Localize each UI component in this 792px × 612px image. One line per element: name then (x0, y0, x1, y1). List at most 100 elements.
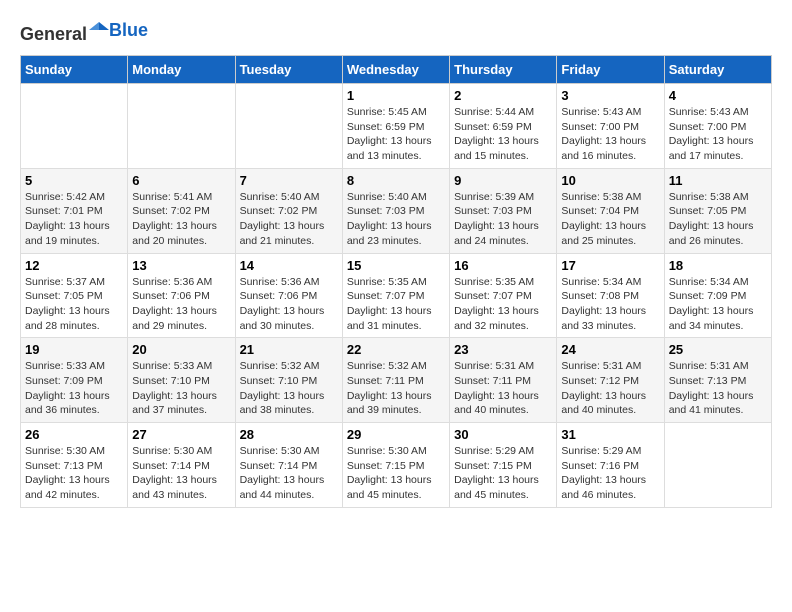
calendar-cell: 2 Sunrise: 5:44 AM Sunset: 6:59 PM Daylig… (450, 84, 557, 169)
day-info: Sunrise: 5:33 AM Sunset: 7:09 PM Dayligh… (25, 359, 123, 418)
day-number: 9 (454, 173, 552, 188)
day-info: Sunrise: 5:30 AM Sunset: 7:14 PM Dayligh… (132, 444, 230, 503)
day-number: 31 (561, 427, 659, 442)
day-info: Sunrise: 5:44 AM Sunset: 6:59 PM Dayligh… (454, 105, 552, 164)
calendar-cell: 9 Sunrise: 5:39 AM Sunset: 7:03 PM Daylig… (450, 168, 557, 253)
calendar-cell: 24 Sunrise: 5:31 AM Sunset: 7:12 PM Dayli… (557, 338, 664, 423)
calendar-week-row: 5Sunrise: 5:42 AM Sunset: 7:01 PM Daylig… (21, 168, 772, 253)
day-number: 25 (669, 342, 767, 357)
calendar-cell: 15 Sunrise: 5:35 AM Sunset: 7:07 PM Dayli… (342, 253, 449, 338)
day-info: Sunrise: 5:38 AM Sunset: 7:05 PM Dayligh… (669, 190, 767, 249)
day-info: Sunrise: 5:34 AM Sunset: 7:09 PM Dayligh… (669, 275, 767, 334)
col-header-saturday: Saturday (664, 56, 771, 84)
calendar-cell: 18 Sunrise: 5:34 AM Sunset: 7:09 PM Dayli… (664, 253, 771, 338)
day-number: 28 (240, 427, 338, 442)
day-info: Sunrise: 5:31 AM Sunset: 7:11 PM Dayligh… (454, 359, 552, 418)
day-info: Sunrise: 5:32 AM Sunset: 7:10 PM Dayligh… (240, 359, 338, 418)
calendar-cell (21, 84, 128, 169)
calendar-cell: 26 Sunrise: 5:30 AM Sunset: 7:13 PM Dayli… (21, 423, 128, 508)
col-header-sunday: Sunday (21, 56, 128, 84)
day-info: Sunrise: 5:35 AM Sunset: 7:07 PM Dayligh… (454, 275, 552, 334)
calendar-cell (235, 84, 342, 169)
day-info: Sunrise: 5:40 AM Sunset: 7:02 PM Dayligh… (240, 190, 338, 249)
day-info: Sunrise: 5:31 AM Sunset: 7:12 PM Dayligh… (561, 359, 659, 418)
logo-general: General (20, 24, 87, 44)
day-number: 13 (132, 258, 230, 273)
calendar-week-row: 19Sunrise: 5:33 AM Sunset: 7:09 PM Dayli… (21, 338, 772, 423)
logo-bird-icon (89, 20, 109, 40)
calendar-cell: 1 Sunrise: 5:45 AM Sunset: 6:59 PM Daylig… (342, 84, 449, 169)
day-info: Sunrise: 5:39 AM Sunset: 7:03 PM Dayligh… (454, 190, 552, 249)
day-number: 15 (347, 258, 445, 273)
day-info: Sunrise: 5:37 AM Sunset: 7:05 PM Dayligh… (25, 275, 123, 334)
calendar-week-row: 26 Sunrise: 5:30 AM Sunset: 7:13 PM Dayli… (21, 423, 772, 508)
day-info: Sunrise: 5:45 AM Sunset: 6:59 PM Dayligh… (347, 105, 445, 164)
day-number: 5 (25, 173, 123, 188)
day-number: 8 (347, 173, 445, 188)
day-number: 14 (240, 258, 338, 273)
logo: General Blue (20, 20, 148, 45)
day-number: 16 (454, 258, 552, 273)
calendar-cell: 29 Sunrise: 5:30 AM Sunset: 7:15 PM Dayli… (342, 423, 449, 508)
day-number: 2 (454, 88, 552, 103)
day-info: Sunrise: 5:29 AM Sunset: 7:16 PM Dayligh… (561, 444, 659, 503)
col-header-friday: Friday (557, 56, 664, 84)
calendar-cell: 28 Sunrise: 5:30 AM Sunset: 7:14 PM Dayli… (235, 423, 342, 508)
day-number: 20 (132, 342, 230, 357)
day-info: Sunrise: 5:41 AM Sunset: 7:02 PM Dayligh… (132, 190, 230, 249)
day-info: Sunrise: 5:32 AM Sunset: 7:11 PM Dayligh… (347, 359, 445, 418)
calendar-cell: 3Sunrise: 5:43 AM Sunset: 7:00 PM Daylig… (557, 84, 664, 169)
page-header: General Blue (20, 20, 772, 45)
calendar-cell: 21 Sunrise: 5:32 AM Sunset: 7:10 PM Dayli… (235, 338, 342, 423)
day-number: 29 (347, 427, 445, 442)
day-info: Sunrise: 5:38 AM Sunset: 7:04 PM Dayligh… (561, 190, 659, 249)
calendar-cell: 12Sunrise: 5:37 AM Sunset: 7:05 PM Dayli… (21, 253, 128, 338)
calendar-cell: 4Sunrise: 5:43 AM Sunset: 7:00 PM Daylig… (664, 84, 771, 169)
calendar-cell: 25Sunrise: 5:31 AM Sunset: 7:13 PM Dayli… (664, 338, 771, 423)
day-info: Sunrise: 5:30 AM Sunset: 7:14 PM Dayligh… (240, 444, 338, 503)
day-number: 1 (347, 88, 445, 103)
day-number: 10 (561, 173, 659, 188)
day-number: 11 (669, 173, 767, 188)
col-header-thursday: Thursday (450, 56, 557, 84)
calendar-cell: 27Sunrise: 5:30 AM Sunset: 7:14 PM Dayli… (128, 423, 235, 508)
day-number: 26 (25, 427, 123, 442)
calendar-cell: 16 Sunrise: 5:35 AM Sunset: 7:07 PM Dayli… (450, 253, 557, 338)
day-number: 7 (240, 173, 338, 188)
day-number: 30 (454, 427, 552, 442)
day-info: Sunrise: 5:30 AM Sunset: 7:13 PM Dayligh… (25, 444, 123, 503)
calendar-week-row: 1 Sunrise: 5:45 AM Sunset: 6:59 PM Daylig… (21, 84, 772, 169)
calendar-cell (128, 84, 235, 169)
calendar-cell: 10 Sunrise: 5:38 AM Sunset: 7:04 PM Dayli… (557, 168, 664, 253)
day-number: 17 (561, 258, 659, 273)
day-number: 22 (347, 342, 445, 357)
col-header-wednesday: Wednesday (342, 56, 449, 84)
day-number: 24 (561, 342, 659, 357)
day-number: 4 (669, 88, 767, 103)
calendar-cell: 11 Sunrise: 5:38 AM Sunset: 7:05 PM Dayli… (664, 168, 771, 253)
calendar-cell: 22 Sunrise: 5:32 AM Sunset: 7:11 PM Dayli… (342, 338, 449, 423)
calendar-cell (664, 423, 771, 508)
calendar-cell: 8 Sunrise: 5:40 AM Sunset: 7:03 PM Daylig… (342, 168, 449, 253)
day-info: Sunrise: 5:43 AM Sunset: 7:00 PM Dayligh… (561, 105, 659, 164)
day-info: Sunrise: 5:36 AM Sunset: 7:06 PM Dayligh… (240, 275, 338, 334)
day-info: Sunrise: 5:35 AM Sunset: 7:07 PM Dayligh… (347, 275, 445, 334)
calendar-cell: 13 Sunrise: 5:36 AM Sunset: 7:06 PM Dayli… (128, 253, 235, 338)
calendar-cell: 20Sunrise: 5:33 AM Sunset: 7:10 PM Dayli… (128, 338, 235, 423)
day-number: 21 (240, 342, 338, 357)
day-info: Sunrise: 5:36 AM Sunset: 7:06 PM Dayligh… (132, 275, 230, 334)
col-header-monday: Monday (128, 56, 235, 84)
calendar-cell: 23Sunrise: 5:31 AM Sunset: 7:11 PM Dayli… (450, 338, 557, 423)
day-info: Sunrise: 5:40 AM Sunset: 7:03 PM Dayligh… (347, 190, 445, 249)
day-number: 6 (132, 173, 230, 188)
calendar-header-row: SundayMondayTuesdayWednesdayThursdayFrid… (21, 56, 772, 84)
calendar-cell: 30Sunrise: 5:29 AM Sunset: 7:15 PM Dayli… (450, 423, 557, 508)
calendar-cell: 6 Sunrise: 5:41 AM Sunset: 7:02 PM Daylig… (128, 168, 235, 253)
calendar-cell: 14 Sunrise: 5:36 AM Sunset: 7:06 PM Dayli… (235, 253, 342, 338)
calendar-cell: 5Sunrise: 5:42 AM Sunset: 7:01 PM Daylig… (21, 168, 128, 253)
calendar-cell: 17 Sunrise: 5:34 AM Sunset: 7:08 PM Dayli… (557, 253, 664, 338)
day-number: 18 (669, 258, 767, 273)
col-header-tuesday: Tuesday (235, 56, 342, 84)
day-info: Sunrise: 5:34 AM Sunset: 7:08 PM Dayligh… (561, 275, 659, 334)
day-info: Sunrise: 5:30 AM Sunset: 7:15 PM Dayligh… (347, 444, 445, 503)
